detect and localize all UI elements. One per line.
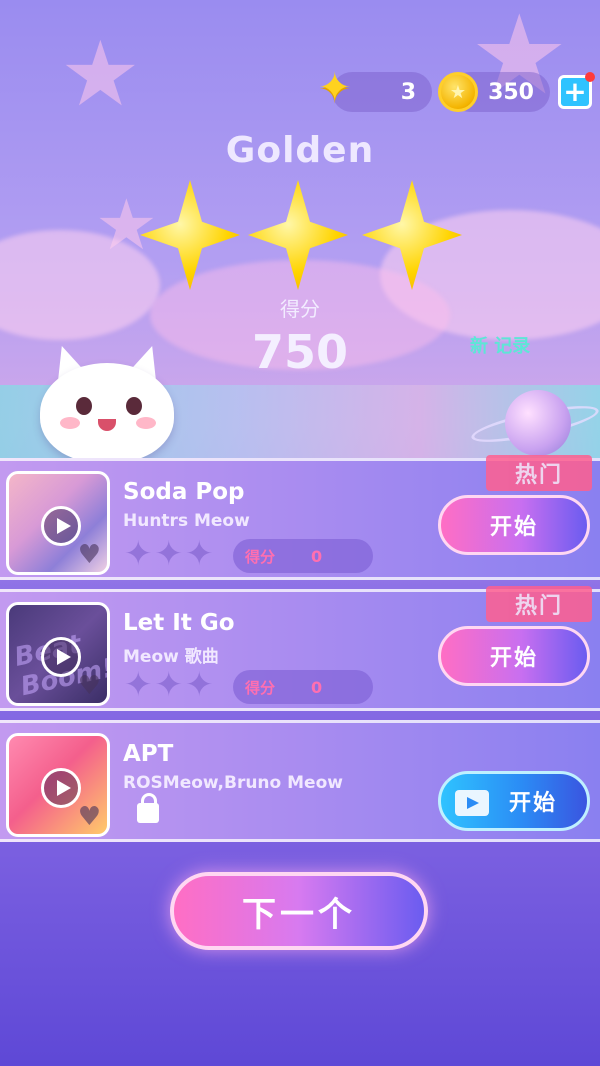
cat-cheek xyxy=(60,417,80,429)
lock-icon xyxy=(137,793,159,823)
song-score-value: 0 xyxy=(311,546,323,566)
song-score-value: 0 xyxy=(311,677,323,697)
new-record-badge: 新 记录 xyxy=(470,336,531,357)
star-icon: ✦ xyxy=(154,534,184,574)
cat-eye xyxy=(126,397,142,415)
cat-head xyxy=(40,363,174,463)
start-button-label: 开始 xyxy=(508,791,557,816)
song-artist: ROSMeow,Bruno Meow xyxy=(123,773,343,793)
song-score-label: 得分 xyxy=(245,547,276,566)
play-icon[interactable] xyxy=(41,506,81,546)
coins-counter: ★ 350 xyxy=(438,72,550,112)
song-card-let-it-go: Beat Boom! ♥ Let It Go Meow 歌曲 ✦ ✦ ✦ 得分 … xyxy=(0,586,600,711)
song-cover[interactable]: ♥ xyxy=(6,471,110,575)
heart-icon[interactable]: ♥ xyxy=(78,804,101,830)
song-cover[interactable]: Beat Boom! ♥ xyxy=(6,602,110,706)
planet-decoration xyxy=(505,390,571,456)
score-label: 得分 xyxy=(280,297,320,321)
play-icon[interactable] xyxy=(41,637,81,677)
song-stars: ✦ ✦ ✦ xyxy=(124,668,214,702)
watch-video-start-button[interactable]: 开始 xyxy=(438,771,590,831)
coins-count: 350 xyxy=(488,79,534,105)
star-icon: ✦ xyxy=(185,534,214,574)
cat-cheek xyxy=(136,417,156,429)
plus-icon: + xyxy=(563,75,587,108)
song-title: Let It Go xyxy=(123,610,235,636)
stars-count: 3 xyxy=(400,79,416,105)
heart-icon[interactable]: ♥ xyxy=(78,673,101,699)
heart-icon[interactable]: ♥ xyxy=(78,542,101,568)
play-icon[interactable] xyxy=(41,768,81,808)
start-button[interactable]: 开始 xyxy=(438,495,590,555)
hot-tag: 热门 xyxy=(486,455,592,491)
background-star-decoration: ★ xyxy=(60,22,141,127)
stars-counter: ✦ 3 xyxy=(318,68,432,112)
star-icon: ✦ xyxy=(154,665,184,705)
star-icon: ✦ xyxy=(185,665,214,705)
song-title: APT xyxy=(123,741,174,767)
add-coins-button[interactable]: + xyxy=(558,72,595,109)
song-card-apt: ♥ APT ROSMeow,Bruno Meow 开始 xyxy=(0,720,600,842)
game-result-screen: ★ ★ ★ ✦ 3 ★ 350 + Golden 得分 750 新 记录 ♥ S… xyxy=(0,0,600,1066)
star-icon: ✦ xyxy=(124,534,153,574)
star-icon: ✦ xyxy=(124,665,153,705)
video-icon xyxy=(455,790,489,816)
song-score: 得分 0 xyxy=(233,539,373,573)
next-button[interactable]: 下一个 xyxy=(170,872,428,950)
star-icon: ✦ xyxy=(318,65,352,111)
cat-eye xyxy=(76,397,92,415)
song-stars: ✦ ✦ ✦ xyxy=(124,537,214,571)
song-card-soda-pop: ♥ Soda Pop Huntrs Meow ✦ ✦ ✦ 得分 0 热门 开始 xyxy=(0,455,600,580)
song-title: Soda Pop xyxy=(123,479,245,505)
notification-dot xyxy=(585,72,595,82)
song-artist: Huntrs Meow xyxy=(123,511,250,531)
song-artist: Meow 歌曲 xyxy=(123,647,219,667)
song-score: 得分 0 xyxy=(233,670,373,704)
hot-tag: 热门 xyxy=(486,586,592,622)
song-score-label: 得分 xyxy=(245,678,276,697)
currency-bar: ✦ 3 ★ 350 + xyxy=(318,68,595,112)
cat-mascot xyxy=(32,345,182,465)
coin-icon: ★ xyxy=(438,72,478,112)
start-button[interactable]: 开始 xyxy=(438,626,590,686)
level-title: Golden xyxy=(225,130,375,171)
song-cover[interactable]: ♥ xyxy=(6,733,110,837)
